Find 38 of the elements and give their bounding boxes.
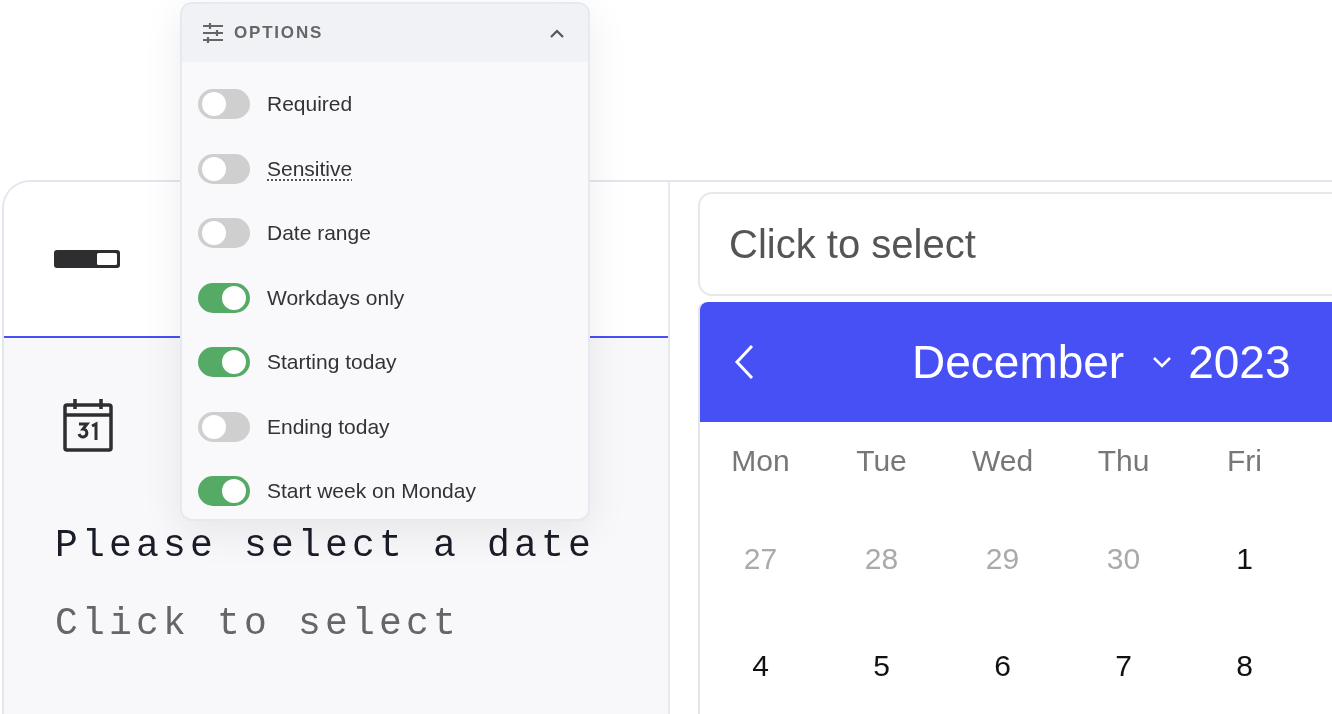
option-label: Sensitive bbox=[267, 156, 353, 181]
weekday-label: Thu bbox=[1097, 444, 1150, 478]
options-title: OPTIONS bbox=[234, 23, 325, 43]
toggle-switch[interactable] bbox=[198, 476, 250, 507]
option-label: Workdays only bbox=[267, 285, 405, 310]
toggle-switch[interactable] bbox=[198, 153, 250, 184]
year-select[interactable]: 2023 bbox=[1188, 335, 1291, 389]
toggle-switch[interactable] bbox=[198, 282, 250, 313]
option-label: Starting today bbox=[267, 350, 397, 375]
calendar-day[interactable]: 4 bbox=[752, 649, 769, 683]
date-field[interactable]: Click to select bbox=[698, 192, 1332, 296]
calendar-day[interactable]: 7 bbox=[1115, 649, 1132, 683]
calendar-day[interactable]: 5 bbox=[873, 649, 890, 683]
preview-hint: Click to select bbox=[55, 602, 462, 645]
preview-heading: Please select a date bbox=[55, 524, 597, 567]
sliders-icon bbox=[202, 23, 224, 43]
option-label: Date range bbox=[267, 221, 371, 246]
weekday-label: Fri bbox=[1227, 444, 1262, 478]
chevron-icon[interactable] bbox=[550, 28, 564, 38]
option-label: Start week on Monday bbox=[267, 479, 476, 504]
month-select[interactable]: December bbox=[912, 335, 1125, 389]
option-label: Ending today bbox=[267, 414, 390, 439]
calendar-day[interactable]: 1 bbox=[1236, 542, 1253, 576]
toggle-icon bbox=[54, 250, 120, 268]
caret-icon[interactable] bbox=[1152, 356, 1173, 368]
options-header[interactable]: OPTIONS bbox=[182, 4, 588, 62]
weekday-label: Mon bbox=[731, 444, 790, 478]
option-label: Required bbox=[267, 92, 353, 117]
toggle-switch[interactable] bbox=[198, 347, 250, 378]
toggle-switch[interactable] bbox=[198, 89, 250, 120]
weekday-label: Wed bbox=[971, 444, 1034, 478]
calendar-day[interactable]: 8 bbox=[1236, 649, 1253, 683]
calendar-day[interactable]: 6 bbox=[994, 649, 1011, 683]
calendar-icon bbox=[62, 398, 114, 452]
weekday-label: Tue bbox=[856, 444, 907, 478]
previous-month-icon[interactable] bbox=[734, 344, 754, 380]
toggle-switch[interactable] bbox=[198, 411, 250, 442]
toggle-switch[interactable] bbox=[198, 218, 250, 249]
